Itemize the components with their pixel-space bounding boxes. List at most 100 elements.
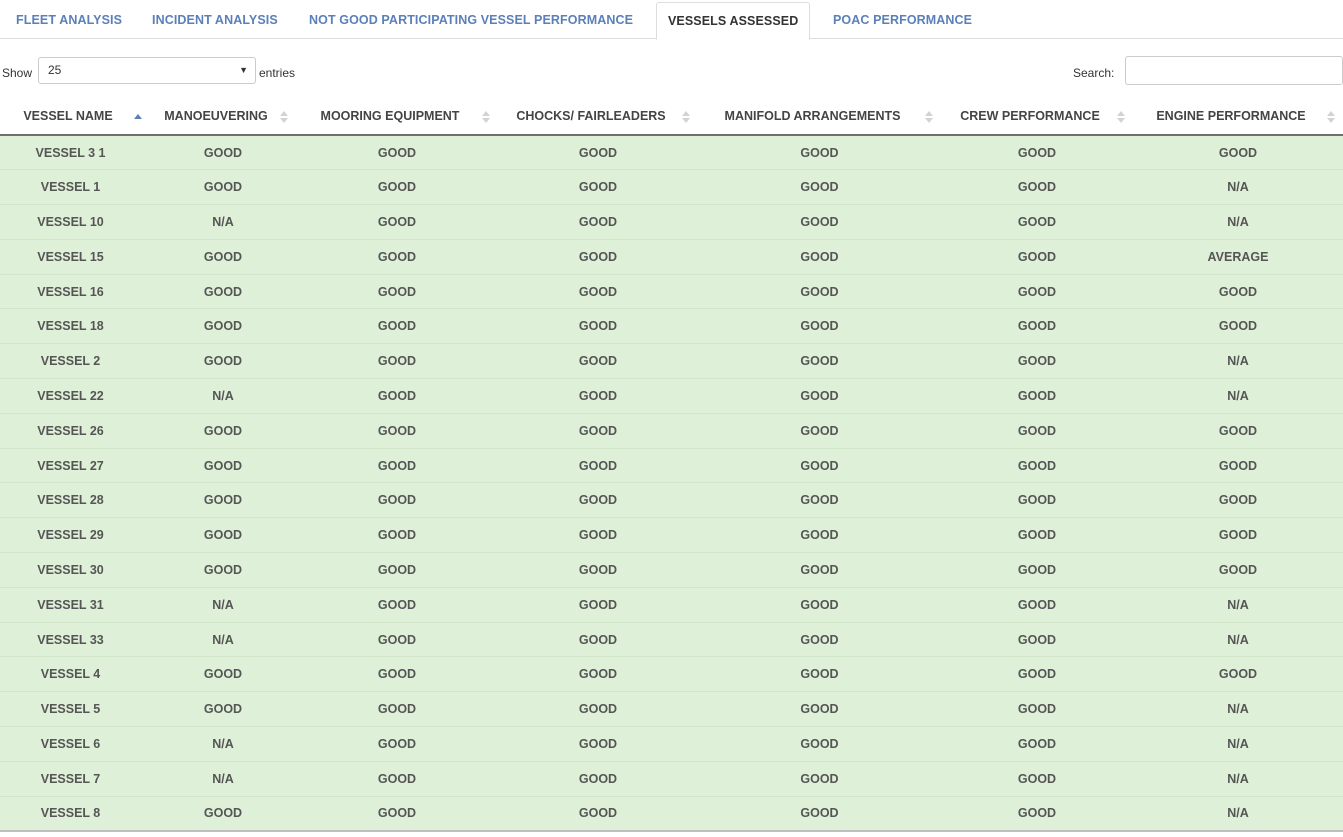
column-header-mooring-equipment[interactable]: MOORING EQUIPMENT — [296, 98, 498, 136]
column-header-chocks-fairleaders[interactable]: CHOCKS/ FAIRLEADERS — [498, 98, 698, 136]
cell-chocks-fairleaders: GOOD — [498, 378, 698, 414]
table-row[interactable]: VESSEL 4 GOOD GOOD GOOD GOOD GOOD GOOD — [0, 656, 1343, 692]
cell-engine-performance: GOOD — [1133, 412, 1343, 449]
cell-engine-performance: N/A — [1133, 621, 1343, 657]
cell-engine-performance: N/A — [1133, 691, 1343, 727]
cell-chocks-fairleaders: GOOD — [498, 586, 698, 623]
cell-manifold-arrangements: GOOD — [698, 656, 941, 692]
cell-chocks-fairleaders: GOOD — [498, 760, 698, 797]
cell-manifold-arrangements: GOOD — [698, 134, 941, 170]
cell-engine-performance: AVERAGE — [1133, 238, 1343, 275]
cell-chocks-fairleaders: GOOD — [498, 482, 698, 518]
cell-manifold-arrangements: GOOD — [698, 691, 941, 727]
cell-manifold-arrangements: GOOD — [698, 795, 941, 832]
cell-vessel-name: VESSEL 26 — [0, 412, 150, 449]
entries-select[interactable]: 25 ▼ — [38, 57, 256, 84]
cell-crew-performance: GOOD — [941, 273, 1133, 309]
cell-engine-performance: GOOD — [1133, 134, 1343, 170]
cell-engine-performance: GOOD — [1133, 552, 1343, 588]
table-row[interactable]: VESSEL 5 GOOD GOOD GOOD GOOD GOOD N/A — [0, 691, 1343, 727]
table-row[interactable]: VESSEL 7 N/A GOOD GOOD GOOD GOOD N/A — [0, 760, 1343, 797]
table-row[interactable]: VESSEL 6 N/A GOOD GOOD GOOD GOOD N/A — [0, 726, 1343, 762]
cell-mooring-equipment: GOOD — [296, 134, 498, 170]
tab-bar: FLEET ANALYSIS INCIDENT ANALYSIS NOT GOO… — [0, 0, 1343, 40]
table-row[interactable]: VESSEL 2 GOOD GOOD GOOD GOOD GOOD N/A — [0, 343, 1343, 379]
cell-chocks-fairleaders: GOOD — [498, 447, 698, 483]
cell-mooring-equipment: GOOD — [296, 795, 498, 832]
cell-crew-performance: GOOD — [941, 204, 1133, 240]
cell-vessel-name: VESSEL 31 — [0, 586, 150, 623]
table-row[interactable]: VESSEL 22 N/A GOOD GOOD GOOD GOOD N/A — [0, 378, 1343, 414]
search-input[interactable] — [1125, 56, 1343, 85]
cell-vessel-name: VESSEL 7 — [0, 760, 150, 797]
cell-mooring-equipment: GOOD — [296, 691, 498, 727]
column-header-engine-performance[interactable]: ENGINE PERFORMANCE — [1133, 98, 1343, 136]
cell-chocks-fairleaders: GOOD — [498, 238, 698, 275]
table-row[interactable]: VESSEL 31 N/A GOOD GOOD GOOD GOOD N/A — [0, 586, 1343, 623]
cell-crew-performance: GOOD — [941, 517, 1133, 553]
cell-chocks-fairleaders: GOOD — [498, 273, 698, 309]
cell-crew-performance: GOOD — [941, 378, 1133, 414]
table-row[interactable]: VESSEL 30 GOOD GOOD GOOD GOOD GOOD GOOD — [0, 552, 1343, 588]
cell-manoeuvering: N/A — [150, 204, 296, 240]
table-row[interactable]: VESSEL 10 N/A GOOD GOOD GOOD GOOD N/A — [0, 204, 1343, 240]
cell-manoeuvering: GOOD — [150, 552, 296, 588]
table-row[interactable]: VESSEL 15 GOOD GOOD GOOD GOOD GOOD AVERAGE — [0, 238, 1343, 275]
cell-crew-performance: GOOD — [941, 482, 1133, 518]
cell-manoeuvering: GOOD — [150, 273, 296, 309]
table-row[interactable]: VESSEL 33 N/A GOOD GOOD GOOD GOOD N/A — [0, 621, 1343, 657]
column-header-crew-performance[interactable]: CREW PERFORMANCE — [941, 98, 1133, 136]
table-row[interactable]: VESSEL 3 1 GOOD GOOD GOOD GOOD GOOD GOOD — [0, 134, 1343, 170]
column-header-manoeuvering[interactable]: MANOEUVERING — [150, 98, 296, 136]
search-label: Search: — [1073, 66, 1115, 80]
table-row[interactable]: VESSEL 26 GOOD GOOD GOOD GOOD GOOD GOOD — [0, 412, 1343, 449]
cell-engine-performance: N/A — [1133, 726, 1343, 762]
entries-select-value: 25 — [48, 63, 62, 77]
table-row[interactable]: VESSEL 29 GOOD GOOD GOOD GOOD GOOD GOOD — [0, 517, 1343, 553]
column-header-vessel-name[interactable]: VESSEL NAME — [0, 98, 150, 136]
tab-poac-performance[interactable]: POAC PERFORMANCE — [833, 0, 972, 39]
cell-engine-performance: GOOD — [1133, 308, 1343, 344]
cell-manifold-arrangements: GOOD — [698, 517, 941, 553]
tab-fleet-analysis[interactable]: FLEET ANALYSIS — [16, 0, 122, 39]
table-body: VESSEL 3 1 GOOD GOOD GOOD GOOD GOOD GOOD VESSEL… — [0, 134, 1343, 832]
cell-chocks-fairleaders: GOOD — [498, 204, 698, 240]
cell-manifold-arrangements: GOOD — [698, 169, 941, 205]
cell-chocks-fairleaders: GOOD — [498, 134, 698, 170]
cell-manoeuvering: N/A — [150, 760, 296, 797]
cell-mooring-equipment: GOOD — [296, 726, 498, 762]
cell-mooring-equipment: GOOD — [296, 656, 498, 692]
table-row[interactable]: VESSEL 18 GOOD GOOD GOOD GOOD GOOD GOOD — [0, 308, 1343, 344]
tab-not-good-participating-vessel-performance[interactable]: NOT GOOD PARTICIPATING VESSEL PERFORMANC… — [309, 0, 633, 39]
table-row[interactable]: VESSEL 27 GOOD GOOD GOOD GOOD GOOD GOOD — [0, 447, 1343, 483]
column-header-label: MANOEUVERING — [164, 109, 268, 123]
cell-manifold-arrangements: GOOD — [698, 412, 941, 449]
cell-mooring-equipment: GOOD — [296, 238, 498, 275]
cell-manoeuvering: GOOD — [150, 343, 296, 379]
cell-manoeuvering: GOOD — [150, 691, 296, 727]
cell-mooring-equipment: GOOD — [296, 482, 498, 518]
cell-chocks-fairleaders: GOOD — [498, 169, 698, 205]
cell-engine-performance: N/A — [1133, 795, 1343, 832]
cell-mooring-equipment: GOOD — [296, 760, 498, 797]
cell-mooring-equipment: GOOD — [296, 169, 498, 205]
column-header-label: VESSEL NAME — [23, 109, 113, 123]
table-row[interactable]: VESSEL 28 GOOD GOOD GOOD GOOD GOOD GOOD — [0, 482, 1343, 518]
cell-manoeuvering: N/A — [150, 621, 296, 657]
table-row[interactable]: VESSEL 8 GOOD GOOD GOOD GOOD GOOD N/A — [0, 795, 1343, 832]
cell-engine-performance: GOOD — [1133, 447, 1343, 483]
cell-crew-performance: GOOD — [941, 621, 1133, 657]
cell-crew-performance: GOOD — [941, 238, 1133, 275]
tab-vessels-assessed[interactable]: VESSELS ASSESSED — [656, 2, 811, 40]
cell-manifold-arrangements: GOOD — [698, 447, 941, 483]
cell-chocks-fairleaders: GOOD — [498, 691, 698, 727]
table-row[interactable]: VESSEL 16 GOOD GOOD GOOD GOOD GOOD GOOD — [0, 273, 1343, 309]
cell-chocks-fairleaders: GOOD — [498, 552, 698, 588]
cell-vessel-name: VESSEL 15 — [0, 238, 150, 275]
column-header-manifold-arrangements[interactable]: MANIFOLD ARRANGEMENTS — [698, 98, 941, 136]
cell-manoeuvering: GOOD — [150, 308, 296, 344]
cell-manifold-arrangements: GOOD — [698, 552, 941, 588]
table-row[interactable]: VESSEL 1 GOOD GOOD GOOD GOOD GOOD N/A — [0, 169, 1343, 205]
show-label: Show — [2, 66, 33, 80]
tab-incident-analysis[interactable]: INCIDENT ANALYSIS — [152, 0, 278, 39]
